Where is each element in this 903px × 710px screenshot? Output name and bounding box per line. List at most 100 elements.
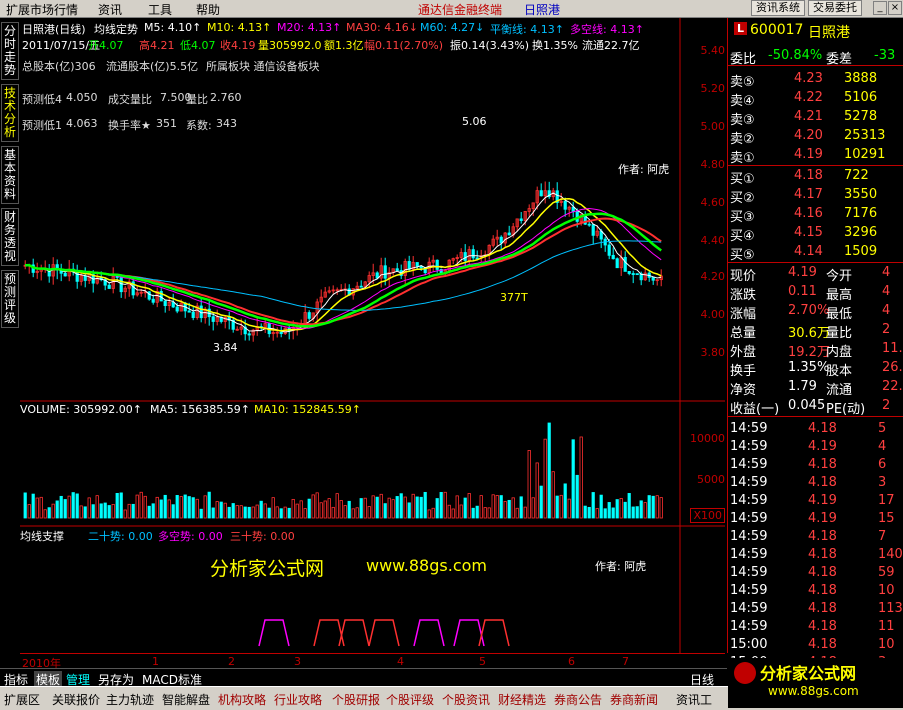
time-tick: 2 [228,655,235,668]
stat-label: 净资 [730,383,757,398]
tab-broker-news[interactable]: 券商新闻 [610,691,658,708]
volume-bar [219,501,223,519]
tab-finance[interactable]: 财经精选 [498,691,546,708]
buy-volume: 3296 [844,225,878,240]
tick-time: 14:59 [730,601,768,616]
menu-item-news[interactable]: 资讯 [98,1,122,18]
volume-bar [287,507,291,519]
info-system-button[interactable]: 资讯系统 [751,0,805,16]
tick-time: 14:59 [730,547,768,562]
tab-smart[interactable]: 智能解盘 [162,691,210,708]
pred-coef-label: 系数: [186,119,212,132]
tick-row: 14:59 4.18 7 [728,528,903,546]
y-tick: 5.20 [700,82,726,95]
trade-button[interactable]: 交易委托 [808,0,862,16]
y-tick: 4.20 [700,270,726,283]
tab-broker-notice[interactable]: 券商公告 [554,691,602,708]
volume-bar [383,503,387,519]
ma-label-m60: M60: 4.27↓ [420,21,485,34]
tick-time: 15:00 [730,637,768,652]
time-tick: 5 [479,655,486,668]
tab-main-trace[interactable]: 主力轨迹 [106,691,154,708]
menu-item-help[interactable]: 帮助 [196,1,220,18]
weicha-value: -33 [874,48,896,63]
y-tick: 4.80 [700,158,726,171]
buy-row[interactable]: 买② 4.17 3550 [728,186,903,206]
tab-forecast[interactable]: 预测评级 [1,270,19,328]
tab-technical[interactable]: 技术分析 [1,84,19,142]
tick-row: 14:59 4.18 6 [728,456,903,474]
minimize-icon[interactable]: _ [873,1,887,15]
candle-body [75,271,79,282]
tab-info-tools[interactable]: 资讯工 [676,691,712,708]
volume-bar [107,505,111,519]
tab-rating[interactable]: 个股评级 [386,691,434,708]
sell-price: 4.19 [794,147,823,162]
stat-value2: 11. [882,341,903,356]
volume-bar [639,500,643,519]
sell-row[interactable]: 卖⑤ 4.23 3888 [728,70,903,90]
volume-bar [83,506,87,519]
tab-industry[interactable]: 行业攻略 [274,691,322,708]
tab-stocknews[interactable]: 个股资讯 [442,691,490,708]
volume-bar [375,496,379,519]
quote-panel: L 600017 日照港 委比 -50.84% 委差 -33 卖⑤ 4.23 388… [727,18,903,670]
candle-body [631,273,635,275]
buy-row[interactable]: 买③ 4.16 7176 [728,205,903,225]
buy-row[interactable]: 买⑤ 4.14 1509 [728,243,903,263]
candle-body [635,273,639,276]
sell-volume: 5106 [844,90,878,105]
stat-label: 涨幅 [730,307,757,322]
tick-price: 4.18 [808,583,837,598]
stat-value2: 22. [882,379,903,394]
info-float: 流通22.7亿 [582,39,640,52]
pred-low1-label: 预测低4 [22,93,62,106]
tick-volume: 3 [878,475,887,490]
sell-row[interactable]: 卖① 4.19 10291 [728,146,903,166]
volume-bar [115,492,119,519]
volume-bar [471,507,475,519]
tab-intraday[interactable]: 分时走势 [1,22,19,80]
ma-label-m20: M20: 4.13↑ [277,21,342,34]
author-label: 作者: 阿虎 [618,163,670,176]
sell-row[interactable]: 卖② 4.20 25313 [728,127,903,147]
menu-item-tools[interactable]: 工具 [148,1,172,18]
buy-row[interactable]: 买④ 4.15 3296 [728,224,903,244]
tick-row: 14:59 4.19 15 [728,510,903,528]
tab-research[interactable]: 个股研报 [332,691,380,708]
volume-bar [227,506,231,519]
tab-financials[interactable]: 财务透视 [1,208,19,266]
candle-body [415,262,419,267]
volume-bar [183,494,187,519]
volume-bar [187,496,191,519]
buy-row[interactable]: 买① 4.18 722 [728,167,903,187]
indicator-name[interactable]: 均线定势 [94,21,138,37]
corner-watermark-url: www.88gs.com [768,684,859,698]
tick-volume: 10 [878,583,895,598]
volume-bar [507,499,511,519]
tick-volume: 17 [878,493,895,508]
tab-ext[interactable]: 扩展区 [4,691,40,708]
stat-row: 换手 1.35% 股本 26. [728,359,903,379]
close-icon[interactable]: × [888,1,902,15]
volume-bar [611,507,615,519]
tab-inst[interactable]: 机构攻略 [218,691,266,708]
tick-price: 4.18 [808,421,837,436]
sell-volume: 5278 [844,109,878,124]
sell-row[interactable]: 卖③ 4.21 5278 [728,108,903,128]
sell-label: 卖② [730,132,755,147]
tab-fundamentals[interactable]: 基本资料 [1,146,19,204]
tick-price: 4.18 [808,565,837,580]
volume-bar [499,495,503,519]
tick-time: 14:59 [730,583,768,598]
tab-related[interactable]: 关联报价 [52,691,100,708]
stat-label2: 最高 [826,288,853,303]
menu-item-market[interactable]: 扩展市场行情 [6,1,78,18]
sell-row[interactable]: 卖④ 4.22 5106 [728,89,903,109]
tick-volume: 113 [878,601,903,616]
tick-time: 14:59 [730,421,768,436]
candle-body [163,300,167,307]
volume-bar [415,496,419,519]
sell-label: 卖⑤ [730,75,755,90]
kline-chart-area[interactable]: 日照港(日线) 均线定势 M5: 4.10↑ M10: 4.13↑ M20: 4… [20,18,725,653]
